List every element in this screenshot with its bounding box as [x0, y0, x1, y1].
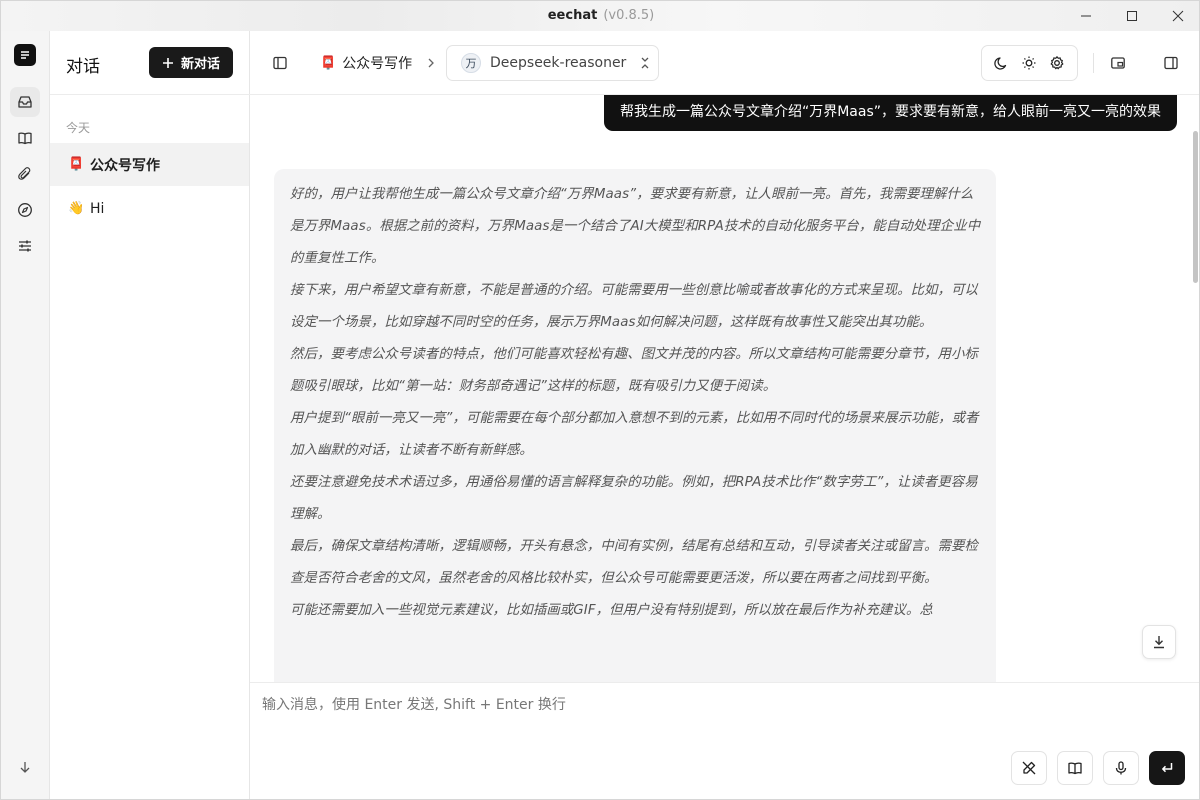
rail-scroll-down-button[interactable]	[12, 754, 38, 780]
conversation-label: Hi	[90, 200, 105, 217]
dark-theme-button[interactable]	[994, 55, 1010, 71]
rail-item-attachments[interactable]	[10, 159, 40, 189]
mic-icon	[1115, 761, 1127, 775]
download-icon	[1154, 636, 1164, 649]
conversation-item[interactable]: 👋 Hi	[50, 187, 249, 230]
reasoning-paragraph: 然后，要考虑公众号读者的特点，他们可能喜欢轻松有趣、图文并茂的内容。所以文章结构…	[290, 347, 979, 394]
wave-icon: 👋	[68, 201, 85, 216]
maximize-button[interactable]	[1109, 1, 1155, 31]
model-name: Deepseek-reasoner	[490, 55, 627, 71]
reasoning-paragraph: 最后，确保文章结构清晰，逻辑顺畅，开头有悬念，中间有实例，结尾有总结和互动，引导…	[290, 539, 979, 586]
send-button[interactable]	[1149, 751, 1185, 785]
close-window-button[interactable]	[1155, 1, 1199, 31]
voice-input-button[interactable]	[1103, 751, 1139, 785]
new-chat-button[interactable]: 新对话	[149, 47, 233, 78]
arrow-down-icon	[20, 762, 30, 773]
assistant-reasoning: 好的，用户让我帮他生成一篇公众号文章介绍“万界Maas”，要求要有新意，让人眼前…	[274, 169, 996, 682]
maximize-icon	[1127, 11, 1137, 21]
reasoning-paragraph: 还要注意避免技术术语过多，用通俗易懂的语言解释复杂的功能。例如，把RPA技术比作…	[290, 475, 978, 522]
book-icon	[1068, 762, 1082, 775]
panel-right-icon	[1164, 56, 1178, 70]
chat-topbar: 📮 公众号写作 万 Deepseek-reasoner	[250, 31, 1199, 95]
topbar-divider	[1093, 53, 1094, 73]
sidebar-title: 对话	[66, 57, 100, 77]
reasoning-paragraph: 好的，用户让我帮他生成一篇公众号文章介绍“万界Maas”，要求要有新意，让人眼前…	[290, 187, 981, 266]
gear-icon	[1050, 56, 1064, 70]
conversation-sidebar: 对话 新对话 今天 📮 公众号写作 👋 Hi	[50, 31, 250, 799]
sliders-icon	[19, 240, 31, 252]
window-icon	[1111, 57, 1125, 69]
group-label-today: 今天	[66, 121, 91, 135]
sun-icon	[1022, 56, 1036, 70]
window-mode-button[interactable]	[1103, 48, 1133, 78]
knowledge-base-button[interactable]	[1057, 751, 1093, 785]
attachment-icon	[18, 167, 31, 180]
inbox-icon	[18, 96, 32, 108]
postbox-icon: 📮	[68, 157, 85, 172]
chevron-right-icon	[428, 58, 435, 68]
light-theme-button[interactable]	[1021, 55, 1037, 71]
rail-item-explore[interactable]	[10, 195, 40, 225]
conversation-item[interactable]: 📮 公众号写作	[50, 143, 249, 186]
breadcrumb[interactable]: 📮 公众号写作	[320, 53, 438, 73]
reasoning-paragraph: 可能还需要加入一些视觉元素建议，比如插画或GIF，但用户没有特别提到，所以放在最…	[290, 603, 933, 618]
app-name: eechat	[547, 8, 598, 23]
moon-icon	[994, 57, 1006, 70]
reasoning-paragraph: 用户提到“眼前一亮又一亮”，可能需要在每个部分都加入意想不到的元素，比如用不同时…	[290, 411, 979, 458]
compass-icon	[18, 203, 32, 217]
postbox-icon: 📮	[320, 55, 337, 71]
logo-icon	[14, 44, 36, 66]
no-pen-icon	[1022, 761, 1036, 775]
message-composer	[250, 682, 1199, 799]
minimize-icon	[1081, 15, 1091, 17]
close-icon	[1172, 10, 1184, 22]
rail-item-settings[interactable]	[10, 231, 40, 261]
plus-icon	[162, 57, 173, 68]
title-bar: eechat (v0.8.5)	[1, 1, 1199, 31]
user-message: 帮我生成一篇公众号文章介绍“万界Maas”，要求要有新意，给人眼前一亮又一亮的效…	[603, 95, 1177, 131]
breadcrumb-label: 公众号写作	[342, 56, 413, 72]
message-input[interactable]	[262, 691, 1182, 719]
disable-tools-button[interactable]	[1011, 751, 1047, 785]
model-avatar: 万	[461, 53, 481, 73]
theme-switcher	[981, 45, 1078, 81]
book-icon	[18, 132, 32, 145]
swap-icon	[641, 57, 649, 69]
enter-icon	[1162, 763, 1173, 773]
right-panel-toggle-button[interactable]	[1156, 48, 1186, 78]
chat-messages[interactable]: 帮我生成一篇公众号文章介绍“万界Maas”，要求要有新意，给人眼前一亮又一亮的效…	[250, 95, 1199, 682]
sidebar-toggle-icon	[273, 56, 287, 70]
app-version: (v0.8.5)	[603, 8, 655, 23]
nav-rail	[1, 31, 50, 799]
model-selector[interactable]: 万 Deepseek-reasoner	[446, 45, 659, 81]
sidebar-toggle-button[interactable]	[265, 48, 295, 78]
rail-item-inbox[interactable]	[10, 87, 40, 117]
chat-scrollbar[interactable]	[1193, 131, 1198, 283]
sidebar-header: 对话 新对话	[50, 31, 250, 95]
rail-item-knowledge[interactable]	[10, 123, 40, 153]
app-window: eechat (v0.8.5) 对话 新对话 今天 📮 公众号写作 👋 Hi 📮…	[0, 0, 1200, 800]
scroll-to-bottom-button[interactable]	[1142, 625, 1176, 659]
reasoning-paragraph: 接下来，用户希望文章有新意，不能是普通的介绍。可能需要用一些创意比喻或者故事化的…	[290, 283, 979, 330]
system-theme-button[interactable]	[1049, 55, 1065, 71]
window-controls	[1063, 1, 1199, 31]
conversation-label: 公众号写作	[90, 157, 160, 174]
minimize-button[interactable]	[1063, 1, 1109, 31]
new-chat-label: 新对话	[180, 57, 220, 72]
